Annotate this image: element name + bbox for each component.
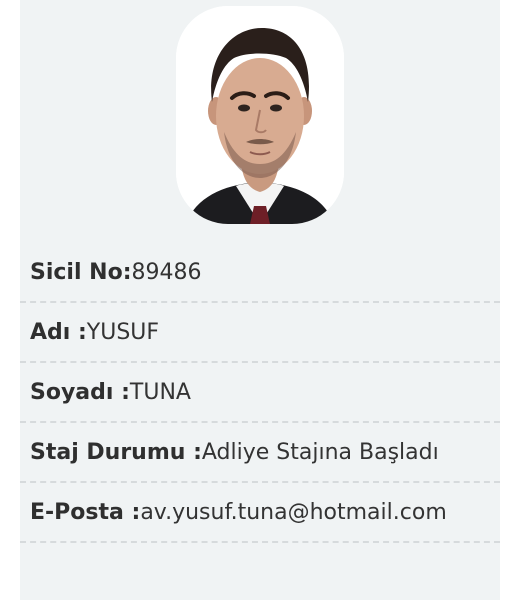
internship-status-label: Staj Durumu : bbox=[30, 439, 202, 465]
profile-details: Sicil No: 89486 Adı : YUSUF Soyadı : TUNA S… bbox=[20, 243, 500, 543]
profile-photo bbox=[176, 6, 344, 224]
internship-status-row: Staj Durumu : Adliye Stajına Başladı bbox=[20, 423, 500, 483]
last-name-label: Soyadı : bbox=[30, 379, 130, 405]
internship-status-value: Adliye Stajına Başladı bbox=[201, 439, 439, 465]
first-name-label: Adı : bbox=[30, 319, 87, 345]
first-name-value: YUSUF bbox=[86, 319, 160, 345]
registry-number-row: Sicil No: 89486 bbox=[20, 243, 500, 303]
page: Sicil No: 89486 Adı : YUSUF Soyadı : TUNA S… bbox=[0, 0, 517, 600]
profile-card: Sicil No: 89486 Adı : YUSUF Soyadı : TUNA S… bbox=[20, 0, 500, 600]
email-row: E-Posta : av.yusuf.tuna@hotmail.com bbox=[20, 483, 500, 543]
registry-number-value: 89486 bbox=[131, 259, 202, 285]
email-label: E-Posta : bbox=[30, 499, 141, 525]
first-name-row: Adı : YUSUF bbox=[20, 303, 500, 363]
person-portrait-icon bbox=[176, 6, 344, 224]
last-name-row: Soyadı : TUNA bbox=[20, 363, 500, 423]
registry-number-label: Sicil No: bbox=[30, 259, 132, 285]
last-name-value: TUNA bbox=[129, 379, 191, 405]
email-value[interactable]: av.yusuf.tuna@hotmail.com bbox=[140, 500, 446, 525]
